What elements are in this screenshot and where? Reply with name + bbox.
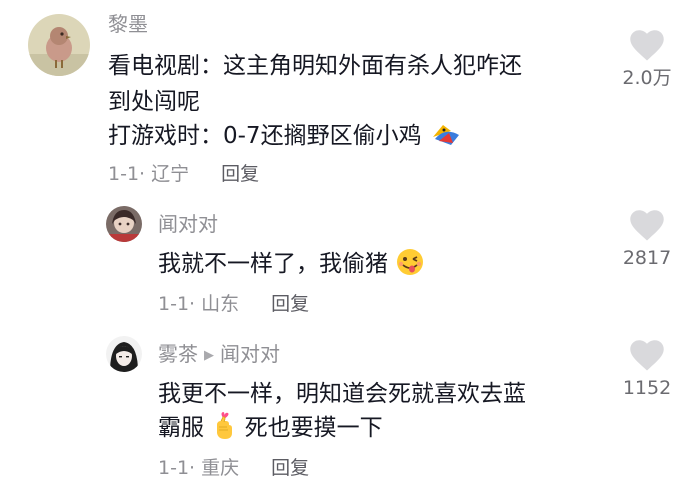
avatar[interactable]: [106, 336, 142, 372]
comment-text-segment: 霸服: [158, 415, 204, 441]
comment-meta: 1-1· 重庆 回复: [158, 456, 309, 480]
like-count: 1152: [622, 377, 672, 399]
reply-arrow-icon: ▶: [204, 348, 214, 363]
comment-text-line: 我更不一样，明知道会死就喜欢去蓝: [158, 381, 526, 407]
reply-to-username[interactable]: 闻对对: [220, 342, 280, 366]
comment-3: 雾茶 ▶ 闻对对 我更不一样，明知道会死就喜欢去蓝 霸服 死也要摸一下 1-1· 重…: [0, 0, 690, 492]
like-button[interactable]: 1152: [612, 340, 682, 400]
heart-icon: [630, 340, 664, 371]
finger-heart-emoji-icon: [211, 411, 237, 452]
comment-text-line: 霸服 死也要摸一下: [158, 410, 383, 452]
comment-username-row: 雾茶 ▶ 闻对对: [158, 342, 280, 368]
comment-username[interactable]: 雾茶: [158, 342, 198, 366]
anime-avatar-image: [106, 336, 142, 372]
comment-text-segment: 死也要摸一下: [244, 415, 383, 441]
reply-button[interactable]: 回复: [271, 457, 309, 479]
comment-date-location: 1-1· 重庆: [158, 457, 240, 479]
